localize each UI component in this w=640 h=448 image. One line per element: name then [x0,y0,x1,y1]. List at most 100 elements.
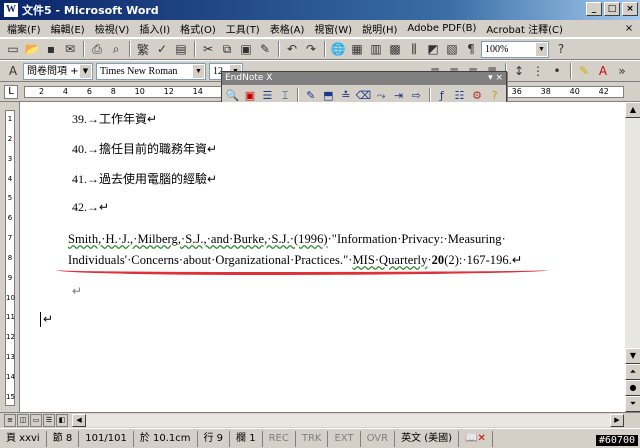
numbering-icon[interactable]: ⋮ [529,62,547,80]
previous-page-icon[interactable]: ⏶ [625,364,640,380]
reference-line-1[interactable]: Smith,·H.·J.,·Milberg,·S.J.,·and·Burke,·… [68,232,506,247]
survey-item-39[interactable]: 39.→工作年資↵ [72,110,157,127]
minimize-button[interactable]: _ [586,2,602,16]
tab-selector[interactable]: L [4,85,18,99]
style-combo[interactable]: 問卷問項 + 7 ▼ [23,62,93,80]
insert-table-icon[interactable]: ▥ [367,40,385,58]
font-color-icon[interactable]: A [594,62,612,80]
save-icon[interactable]: ▪ [42,40,60,58]
chevron-down-icon[interactable]: ▼ [536,42,547,56]
web-layout-icon[interactable]: ◫ [17,414,29,427]
outline-view-icon[interactable]: ☰ [43,414,55,427]
document-area[interactable]: 39.→工作年資↵ 40.→擔任目前的職務年資↵ 41.→過去使用電腦的經驗↵ … [20,102,624,412]
horizontal-scrollbar[interactable]: ≡ ◫ ▭ ☰ ◧ ◀ ▶ [0,412,640,428]
status-position: 於 10.1cm [134,430,198,447]
close-document-icon[interactable]: × [622,22,636,35]
scroll-right-icon[interactable]: ▶ [610,414,624,427]
ruler-mark: 8 [7,253,13,262]
horizontal-scroll-track[interactable]: ◀ ▶ [72,414,624,427]
text-cursor-paragraph[interactable]: ↵ [40,312,53,327]
redo-icon[interactable]: ↷ [302,40,320,58]
menu-file[interactable]: 檔案(F) [2,21,46,36]
maximize-button[interactable]: □ [604,2,620,16]
vertical-ruler-scale[interactable]: 1 2 3 4 5 6 7 8 9 10 11 12 13 14 15 [5,110,15,406]
status-language[interactable]: 英文 (美國) [395,430,460,447]
research-icon[interactable]: 繁 [134,40,152,58]
copy-icon[interactable]: ⧉ [218,40,236,58]
ruler-mark: 13 [6,353,15,362]
empty-paragraph[interactable]: ↵ [72,284,82,299]
survey-item-41[interactable]: 41.→過去使用電腦的經驗↵ [72,170,217,187]
endnote-title-bar[interactable]: EndNote X ▾ × [222,72,506,85]
chevron-down-icon[interactable]: ▼ [193,64,204,78]
print-layout-icon[interactable]: ▭ [30,414,42,427]
reference-authors: Smith,·H.·J.,·Milberg,·S.J.,·and·Burke,·… [68,232,328,246]
vertical-scrollbar[interactable]: ▲ ▼ ⏶ ● ⏷ [624,102,640,412]
status-trk[interactable]: TRK [296,430,329,447]
ruler-mark: 4 [62,87,68,96]
document-map-icon[interactable]: ▧ [443,40,461,58]
status-ovr[interactable]: OVR [361,430,396,447]
red-underline-annotation [56,270,548,275]
hyperlink-icon[interactable]: 🌐 [329,40,347,58]
spelling-icon[interactable]: ✓ [153,40,171,58]
ruler-mark: 9 [7,273,13,282]
reference-line-2[interactable]: Individuals'·Concerns·about·Organization… [68,252,522,268]
help-icon[interactable]: ? [552,40,570,58]
line-spacing-icon[interactable]: ↕ [510,62,528,80]
spelling-status-icon[interactable]: 📖✕ [459,430,493,447]
menu-adobe-pdf[interactable]: Adobe PDF(B) [402,23,481,34]
select-browse-object-icon[interactable]: ● [625,380,640,396]
next-page-icon[interactable]: ⏷ [625,396,640,412]
chevron-down-icon[interactable]: ▼ [80,64,91,78]
normal-view-icon[interactable]: ≡ [4,414,16,427]
status-rec[interactable]: REC [263,430,296,447]
menu-format[interactable]: 格式(O) [175,21,221,36]
print-preview-icon[interactable]: ⌕ [107,40,125,58]
drawing-icon[interactable]: ◩ [424,40,442,58]
show-hide-icon[interactable]: ¶ [462,40,480,58]
scroll-left-icon[interactable]: ◀ [72,414,86,427]
vertical-ruler: 1 2 3 4 5 6 7 8 9 10 11 12 13 14 15 [0,102,20,412]
permission-icon[interactable]: ✉ [61,40,79,58]
word-app-icon[interactable]: W [4,3,18,17]
zoom-combo[interactable]: 100% ▼ [481,40,549,58]
styles-icon[interactable]: A [4,62,22,80]
status-line: 行 9 [198,430,231,447]
open-folder-icon[interactable]: 📂 [23,40,41,58]
bullets-icon[interactable]: • [548,62,566,80]
insert-excel-icon[interactable]: ▩ [386,40,404,58]
tables-borders-icon[interactable]: ▦ [348,40,366,58]
survey-item-40[interactable]: 40.→擔任目前的職務年資↵ [72,140,217,157]
ruler-mark: 2 [39,87,45,96]
reading-layout-icon[interactable]: ◧ [56,414,68,427]
endnote-close-icon[interactable]: ▾ × [488,72,503,85]
scroll-down-icon[interactable]: ▼ [625,348,640,364]
font-combo[interactable]: Times New Roman ▼ [96,62,206,80]
menu-view[interactable]: 檢視(V) [90,21,135,36]
menu-window[interactable]: 視窗(W) [309,21,357,36]
highlight-icon[interactable]: ✎ [575,62,593,80]
ruler-mark: 10 [134,87,145,96]
format-painter-icon[interactable]: ✎ [256,40,274,58]
print-icon[interactable]: ⎙ [88,40,106,58]
menu-tools[interactable]: 工具(T) [221,21,265,36]
menu-help[interactable]: 說明(H) [357,21,402,36]
menu-insert[interactable]: 插入(I) [134,21,175,36]
cut-icon[interactable]: ✂ [199,40,217,58]
ruler-mark: 12 [6,333,15,342]
scroll-up-icon[interactable]: ▲ [625,102,640,118]
columns-icon[interactable]: ⫼ [405,40,423,58]
new-document-icon[interactable]: ▭ [4,40,22,58]
close-button[interactable]: × [622,2,638,16]
menu-table[interactable]: 表格(A) [265,21,310,36]
menu-edit[interactable]: 編輯(E) [46,21,90,36]
status-ext[interactable]: EXT [328,430,361,447]
survey-item-42[interactable]: 42.→↵ [72,200,109,215]
research-book-icon[interactable]: ▤ [172,40,190,58]
menu-acrobat-comments[interactable]: Acrobat 注釋(C) [481,21,568,36]
undo-icon[interactable]: ↶ [283,40,301,58]
status-section: 節 8 [47,430,80,447]
paste-icon[interactable]: ▣ [237,40,255,58]
toolbar-options-icon[interactable]: » [613,62,631,80]
